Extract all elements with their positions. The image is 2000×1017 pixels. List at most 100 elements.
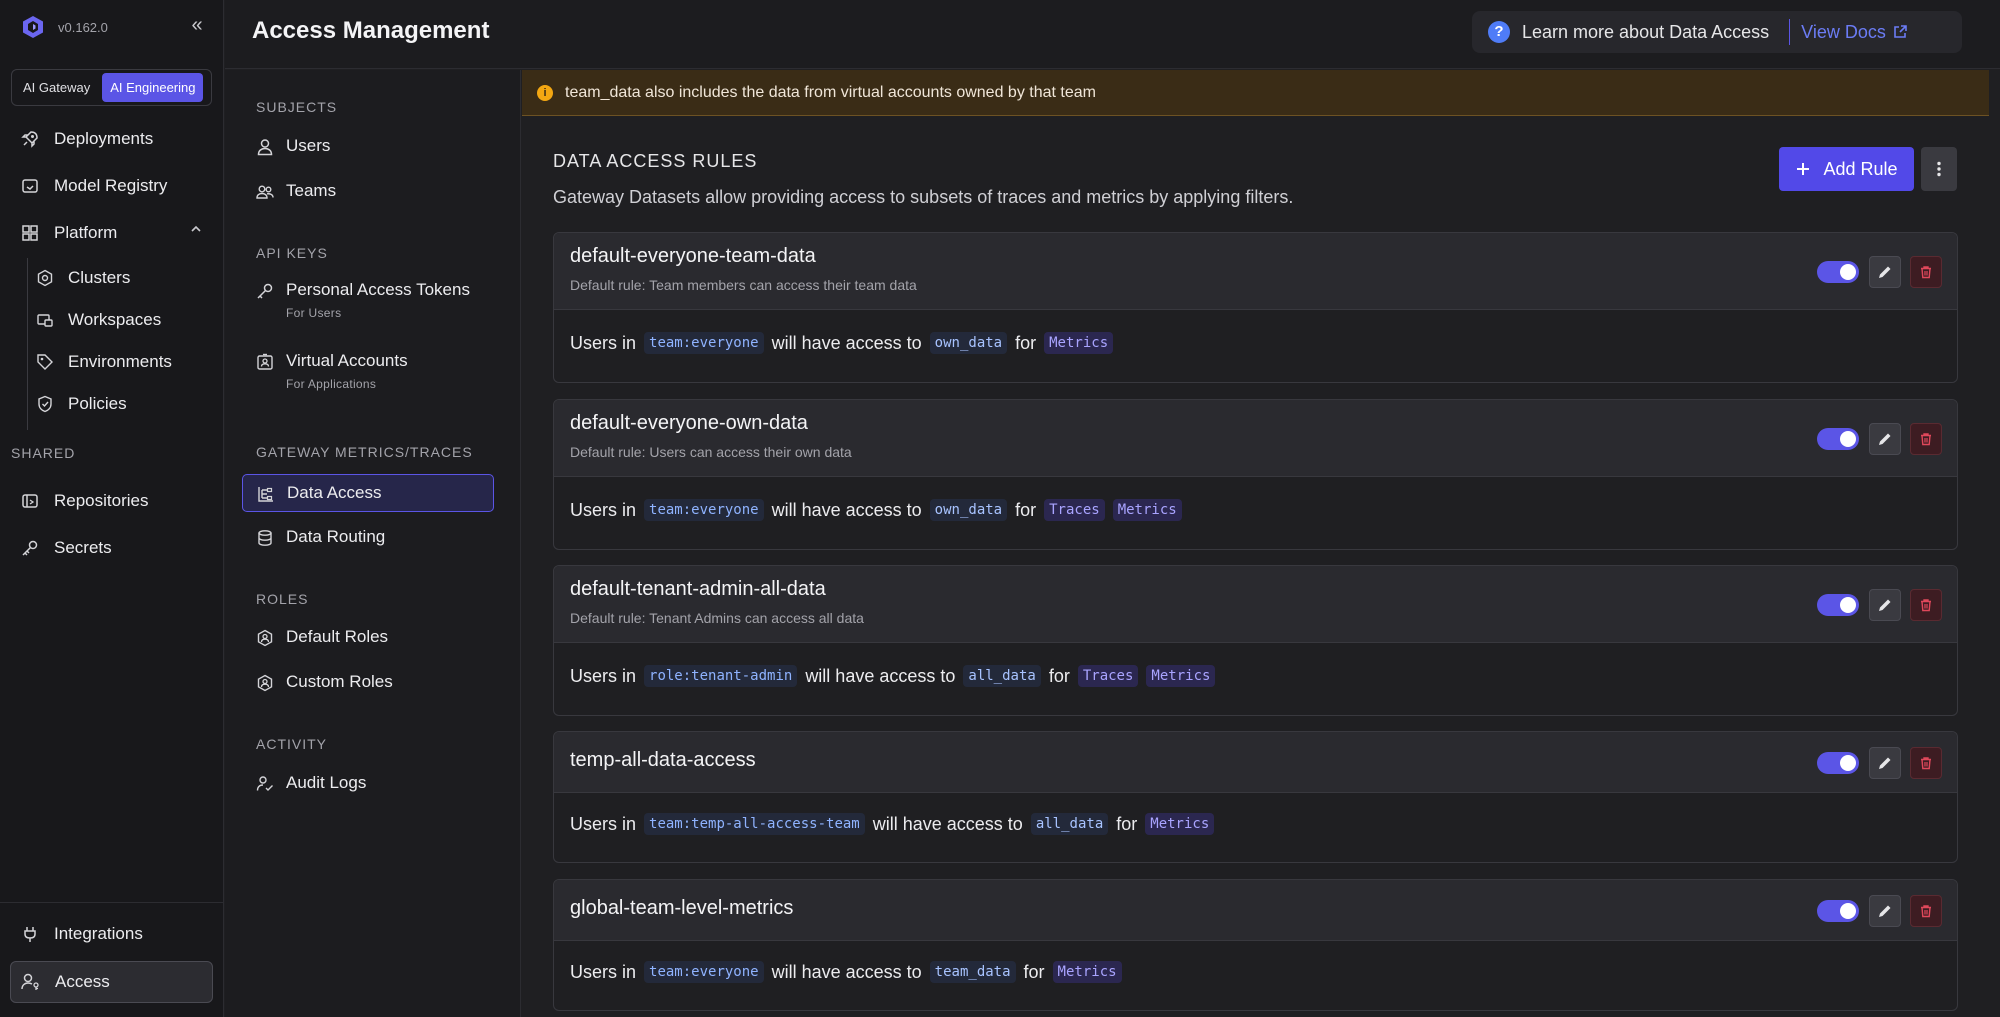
subnav-pat-hint: For Users <box>286 306 342 320</box>
rule-header: default-everyone-own-data Default rule: … <box>554 400 1957 477</box>
role-icon <box>257 674 273 692</box>
learn-separator <box>1789 19 1791 45</box>
nav-model-registry[interactable]: Model Registry <box>10 165 213 207</box>
rule-enabled-toggle[interactable] <box>1817 594 1859 616</box>
kind-chip: Metrics <box>1044 332 1114 354</box>
kebab-icon <box>1937 161 1941 177</box>
help-icon: ? <box>1488 21 1510 43</box>
nav-access[interactable]: Access <box>10 961 213 1003</box>
kind-chip: Traces <box>1077 665 1139 687</box>
shield-icon <box>36 395 54 413</box>
users-in-text: Users in <box>570 665 637 686</box>
workspace-icon <box>36 311 54 329</box>
registry-icon <box>20 176 40 196</box>
user-key-icon <box>21 972 41 992</box>
rule-description: Default rule: Tenant Admins can access a… <box>570 610 864 626</box>
edit-rule-button[interactable] <box>1869 747 1901 779</box>
users-in-text: Users in <box>570 332 637 353</box>
nav-environments[interactable]: Environments <box>28 342 212 382</box>
dataset-chip: all_data <box>963 665 1041 687</box>
team-icon <box>256 185 274 199</box>
subnav-teams[interactable]: Teams <box>242 173 494 209</box>
dataset-chip: own_data <box>929 499 1008 521</box>
delete-rule-button[interactable] <box>1910 747 1942 779</box>
for-text: for <box>1116 813 1138 834</box>
key-icon <box>257 283 273 299</box>
nav-integrations[interactable]: Integrations <box>10 913 213 955</box>
subnav-personal-access-tokens[interactable]: Personal Access Tokens For Users <box>242 272 494 328</box>
more-options-button[interactable] <box>1921 147 1957 191</box>
nav-deployments[interactable]: Deployments <box>10 118 213 160</box>
subnav-teams-label: Teams <box>286 181 337 200</box>
add-rule-button[interactable]: Add Rule <box>1779 147 1914 191</box>
cluster-icon <box>36 269 54 287</box>
rule-enabled-toggle[interactable] <box>1817 261 1859 283</box>
edit-rule-button[interactable] <box>1869 423 1901 455</box>
rule-card: temp-all-data-access Users in team:temp-… <box>553 731 1958 863</box>
key-icon <box>20 538 40 558</box>
trash-icon <box>1921 905 1931 918</box>
subnav-audit-logs[interactable]: Audit Logs <box>242 765 494 801</box>
learn-more-box: ? Learn more about Data Access View Docs <box>1472 11 1962 53</box>
nav-workspaces[interactable]: Workspaces <box>28 300 212 340</box>
subnav-virtual-accounts[interactable]: Virtual Accounts For Applications <box>242 343 494 399</box>
will-have-access-text: will have access to <box>872 813 1023 834</box>
nav-policies[interactable]: Policies <box>28 384 212 424</box>
rule-enabled-toggle[interactable] <box>1817 900 1859 922</box>
plug-icon <box>20 924 40 944</box>
switch-ai-gateway[interactable]: AI Gateway <box>15 73 98 102</box>
subnav-custom-roles[interactable]: Custom Roles <box>242 664 494 700</box>
rule-name: default-tenant-admin-all-data <box>570 578 826 600</box>
nav-secrets[interactable]: Secrets <box>10 527 213 569</box>
subnav-custom-roles-label: Custom Roles <box>286 672 393 691</box>
delete-rule-button[interactable] <box>1910 423 1942 455</box>
dataset-chip: all_data <box>1030 813 1109 835</box>
rule-name: default-everyone-team-data <box>570 245 816 267</box>
rule-header: temp-all-data-access <box>554 732 1957 793</box>
for-text: for <box>1048 665 1070 686</box>
roles-heading: ROLES <box>256 591 309 607</box>
switch-ai-engineering[interactable]: AI Engineering <box>102 73 204 102</box>
subjects-heading: SUBJECTS <box>256 99 338 115</box>
delete-rule-button[interactable] <box>1910 256 1942 288</box>
product-switcher: AI Gateway AI Engineering <box>11 69 212 106</box>
subnav-data-access[interactable]: Data Access <box>242 474 494 512</box>
delete-rule-button[interactable] <box>1910 589 1942 621</box>
nav-environments-label: Environments <box>68 352 172 371</box>
subject-chip: team:everyone <box>644 332 764 354</box>
add-rule-label: Add Rule <box>1823 158 1898 179</box>
rule-enabled-toggle[interactable] <box>1817 428 1859 450</box>
collapse-sidebar-icon[interactable]: « <box>186 14 208 36</box>
rules-description: Gateway Datasets allow providing access … <box>553 187 1294 207</box>
user-icon <box>257 139 273 156</box>
rule-statement: Users in role:tenant-admin will have acc… <box>570 665 1216 687</box>
pencil-icon <box>1879 905 1891 917</box>
view-docs-label: View Docs <box>1801 21 1886 42</box>
edit-rule-button[interactable] <box>1869 895 1901 927</box>
subnav-data-routing[interactable]: Data Routing <box>242 519 494 555</box>
nav-clusters[interactable]: Clusters <box>28 258 212 298</box>
subnav-data-routing-label: Data Routing <box>286 527 386 546</box>
dataset-chip: own_data <box>929 332 1008 354</box>
rule-enabled-toggle[interactable] <box>1817 752 1859 774</box>
subnav-users[interactable]: Users <box>242 128 494 164</box>
view-docs-link[interactable]: View Docs <box>1801 22 1908 43</box>
rule-description: Default rule: Users can access their own… <box>570 444 852 460</box>
nav-platform[interactable]: Platform <box>10 212 213 254</box>
activity-heading: ACTIVITY <box>256 736 328 752</box>
subnav-data-access-label: Data Access <box>287 483 382 502</box>
nav-repositories-label: Repositories <box>54 491 149 510</box>
app-version: v0.162.0 <box>58 19 108 35</box>
access-subnav: SUBJECTS Users Teams API KEYS Personal A… <box>225 70 521 1017</box>
edit-rule-button[interactable] <box>1869 589 1901 621</box>
pat-label-group: Personal Access Tokens For Users <box>286 280 470 320</box>
delete-rule-button[interactable] <box>1910 895 1942 927</box>
pencil-icon <box>1879 757 1891 769</box>
edit-rule-button[interactable] <box>1869 256 1901 288</box>
nav-repositories[interactable]: Repositories <box>10 480 213 522</box>
kind-chip: Metrics <box>1112 499 1182 521</box>
will-have-access-text: will have access to <box>771 332 922 353</box>
shared-section-label: SHARED <box>11 445 76 461</box>
subnav-default-roles[interactable]: Default Roles <box>242 619 494 655</box>
nav-deployments-label: Deployments <box>54 129 154 148</box>
